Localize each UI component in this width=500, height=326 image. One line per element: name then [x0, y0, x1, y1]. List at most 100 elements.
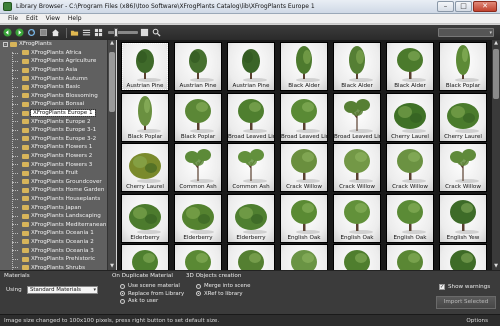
checkbox-box[interactable]: ✓ — [439, 284, 445, 290]
plant-tile[interactable]: Black Poplar — [174, 92, 222, 142]
menu-file[interactable]: File — [4, 15, 22, 22]
plant-tile[interactable] — [121, 244, 169, 270]
materials-select[interactable]: Standard Materials ▾ — [27, 286, 98, 294]
maximize-button[interactable]: □ — [455, 1, 472, 12]
forward-icon[interactable] — [15, 28, 24, 37]
plant-tile[interactable]: Black Alder — [386, 42, 434, 91]
plant-tile[interactable]: Austrian Pine — [121, 42, 169, 91]
folder-icon[interactable] — [70, 28, 79, 37]
scroll-down-icon[interactable]: ▼ — [492, 263, 500, 270]
radio-dot[interactable] — [120, 283, 125, 289]
gallery-scroll-thumb[interactable] — [493, 49, 499, 99]
tree-item[interactable]: XFrogPlants Basic — [0, 83, 107, 92]
refresh-icon[interactable] — [27, 28, 36, 37]
gallery-scrollbar[interactable]: ▲ ▼ — [492, 40, 500, 270]
back-icon[interactable] — [3, 28, 12, 37]
plant-tile[interactable]: Cherry Laurel — [439, 92, 487, 142]
plant-tile[interactable] — [333, 244, 381, 270]
tree-item[interactable]: XFrogPlants Africa — [0, 49, 107, 58]
plant-tile[interactable]: Black Alder — [280, 42, 328, 91]
list-view-icon[interactable] — [82, 28, 91, 37]
tree-root[interactable]: – XFrogPlants — [0, 40, 107, 49]
tree-item[interactable]: XFrogPlants Agriculture — [0, 57, 107, 66]
radio-option[interactable]: Ask to user — [120, 298, 158, 304]
plant-tile[interactable]: Austrian Pine — [227, 42, 275, 91]
tree-item[interactable]: XFrogPlants Landscaping — [0, 212, 107, 221]
plant-tile[interactable] — [439, 244, 487, 270]
search-field[interactable]: ▾ — [438, 28, 494, 37]
slider-thumb[interactable] — [114, 28, 118, 37]
plant-tile[interactable]: Broad Leaved Linden — [227, 92, 275, 142]
tree-item[interactable]: XFrogPlants Europe 3-2 — [0, 135, 107, 144]
plant-tile[interactable]: Black Poplar — [439, 42, 487, 91]
plant-tile[interactable]: English Oak — [386, 193, 434, 243]
plant-tile[interactable]: Common Ash — [227, 143, 275, 192]
tree-item[interactable]: XFrogPlants Prehistoric — [0, 255, 107, 264]
tree-item[interactable]: XFrogPlants Bonsai — [0, 100, 107, 109]
home-icon[interactable] — [51, 28, 60, 37]
tree-item[interactable]: XFrogPlants Oceania 1 — [0, 229, 107, 238]
tree-item[interactable]: XFrogPlants Mediterranean — [0, 220, 107, 229]
plant-tile[interactable]: Crack Willow — [386, 143, 434, 192]
show-warnings-checkbox[interactable]: ✓ Show warnings — [439, 284, 490, 290]
tree-item[interactable]: XFrogPlants Europe 2 — [0, 117, 107, 126]
tree-item[interactable]: XFrogPlants Flowers 3 — [0, 160, 107, 169]
tree-item[interactable]: XFrogPlants Japan — [0, 203, 107, 212]
plant-tile[interactable]: Black Poplar — [121, 92, 169, 142]
radio-option[interactable]: Use scene material — [120, 283, 180, 289]
radio-dot[interactable] — [196, 283, 201, 289]
close-button[interactable]: ✕ — [473, 1, 497, 12]
import-selected-button[interactable]: Import Selected — [436, 296, 496, 309]
plant-tile[interactable] — [280, 244, 328, 270]
thumbnail-large-icon[interactable] — [140, 28, 149, 37]
tree-item[interactable]: XFrogPlants Flowers 1 — [0, 143, 107, 152]
radio-option[interactable]: Merge into scene — [196, 283, 250, 289]
minimize-button[interactable]: – — [437, 1, 454, 12]
thumbnail-small-icon[interactable] — [94, 28, 103, 37]
radio-dot[interactable] — [196, 291, 201, 296]
search-icon[interactable] — [152, 28, 161, 37]
radio-dot[interactable] — [120, 298, 125, 304]
tree-item[interactable]: XFrogPlants Asia — [0, 66, 107, 75]
collapse-icon[interactable]: – — [3, 41, 8, 47]
plant-tile[interactable]: English Oak — [280, 193, 328, 243]
plant-tile[interactable]: Cherry Laurel — [121, 143, 169, 192]
tree-item[interactable]: XFrogPlants Groundcover — [0, 178, 107, 187]
tree-item[interactable]: XFrogPlants Oceania 2 — [0, 238, 107, 247]
menu-edit[interactable]: Edit — [22, 15, 42, 22]
tree-item[interactable]: XFrogPlants Autumn — [0, 74, 107, 83]
options-link[interactable]: Options — [466, 318, 488, 324]
plant-tile[interactable]: Black Alder — [333, 42, 381, 91]
plant-tile[interactable]: Elderberry — [174, 193, 222, 243]
radio-option[interactable]: Replace from Library — [120, 291, 184, 297]
tree-item[interactable]: XFrogPlants Fruit — [0, 169, 107, 178]
menu-view[interactable]: View — [42, 15, 64, 22]
tree-scrollbar[interactable]: ▲ ▼ — [108, 40, 116, 270]
plant-tile[interactable]: Crack Willow — [439, 143, 487, 192]
plant-tile[interactable] — [386, 244, 434, 270]
plant-tile[interactable]: Crack Willow — [280, 143, 328, 192]
plant-tile[interactable]: Elderberry — [227, 193, 275, 243]
tree-item[interactable]: XFrogPlants Europe 1 — [0, 109, 107, 118]
scroll-down-icon[interactable]: ▼ — [108, 263, 116, 270]
tree-item[interactable]: XFrogPlants Home Garden — [0, 186, 107, 195]
plant-tile[interactable]: Cherry Laurel — [386, 92, 434, 142]
thumbnail-size-slider[interactable] — [108, 28, 138, 37]
stop-icon[interactable] — [39, 28, 48, 37]
plant-tile[interactable]: Crack Willow — [333, 143, 381, 192]
menu-help[interactable]: Help — [64, 15, 86, 22]
plant-tile[interactable]: Austrian Pine — [174, 42, 222, 91]
tree-item[interactable]: XFrogPlants Houseplants — [0, 195, 107, 204]
plant-tile[interactable]: Broad Leaved Linden — [280, 92, 328, 142]
radio-dot[interactable] — [120, 291, 125, 296]
radio-option[interactable]: XRef to library — [196, 291, 243, 297]
scroll-up-icon[interactable]: ▲ — [108, 40, 116, 47]
plant-tile[interactable]: Common Ash — [174, 143, 222, 192]
tree-item[interactable]: XFrogPlants Oceania 3 — [0, 246, 107, 255]
plant-tile[interactable]: English Yew — [439, 193, 487, 243]
plant-tile[interactable]: English Oak — [333, 193, 381, 243]
scroll-up-icon[interactable]: ▲ — [492, 40, 500, 47]
plant-tile[interactable] — [227, 244, 275, 270]
tree-item[interactable]: XFrogPlants Flowers 2 — [0, 152, 107, 161]
tree-item[interactable]: XFrogPlants Europe 3-1 — [0, 126, 107, 135]
